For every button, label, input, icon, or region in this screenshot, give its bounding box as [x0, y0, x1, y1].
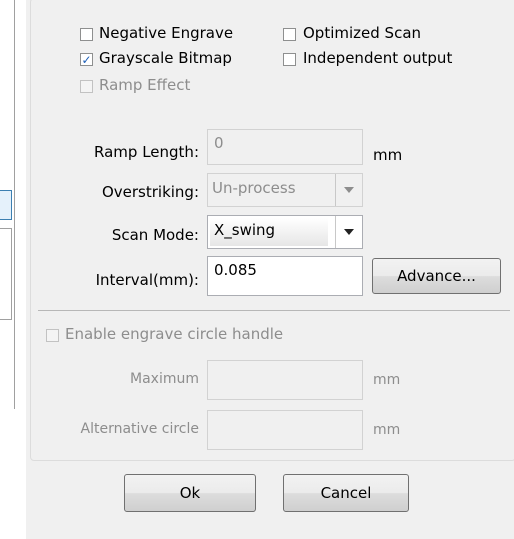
chevron-down-icon — [344, 187, 354, 193]
checkmark-icon: ✓ — [81, 52, 92, 67]
overstriking-label: Overstriking: — [101, 183, 199, 201]
scan-mode-dropdown-arrow[interactable] — [335, 216, 362, 248]
alternative-circle-input[interactable] — [207, 410, 363, 450]
overstriking-dropdown-arrow[interactable] — [335, 174, 362, 206]
negative-engrave-checkbox[interactable] — [80, 28, 93, 41]
background-list-panel — [0, 228, 12, 320]
interval-input[interactable]: 0.085 — [207, 256, 363, 296]
maximum-unit: mm — [373, 372, 401, 388]
scan-mode-label: Scan Mode: — [111, 226, 199, 244]
background-window-edge — [14, 0, 15, 409]
enable-circle-handle-label: Enable engrave circle handle — [65, 325, 284, 343]
advance-button[interactable]: Advance... — [372, 258, 501, 294]
chevron-down-icon — [344, 229, 354, 235]
grayscale-bitmap-label: Grayscale Bitmap — [99, 49, 232, 67]
interval-label: Interval(mm): — [95, 271, 199, 289]
background-list-item-selected — [0, 190, 12, 220]
maximum-input[interactable] — [207, 360, 363, 400]
overstriking-value: Un-process — [212, 179, 296, 197]
ramp-length-label: Ramp Length: — [94, 143, 199, 161]
alternative-circle-unit: mm — [373, 422, 401, 438]
ramp-length-unit: mm — [373, 146, 403, 164]
ramp-effect-checkbox[interactable] — [80, 80, 93, 93]
independent-output-checkbox[interactable] — [283, 53, 296, 66]
section-divider — [38, 310, 510, 311]
negative-engrave-label: Negative Engrave — [99, 24, 234, 42]
cancel-button[interactable]: Cancel — [283, 474, 409, 512]
grayscale-bitmap-checkbox[interactable]: ✓ — [80, 53, 93, 66]
maximum-label: Maximum — [130, 371, 199, 387]
optimized-scan-checkbox[interactable] — [283, 28, 296, 41]
optimized-scan-label: Optimized Scan — [303, 24, 422, 42]
scan-mode-dropdown[interactable]: X_swing — [207, 215, 363, 249]
ok-button[interactable]: Ok — [124, 474, 256, 512]
scan-mode-value: X_swing — [210, 218, 328, 246]
enable-circle-handle-checkbox[interactable] — [46, 329, 59, 342]
independent-output-label: Independent output — [303, 49, 453, 67]
overstriking-dropdown[interactable]: Un-process — [207, 173, 363, 207]
ramp-length-input[interactable]: 0 — [207, 129, 363, 165]
ramp-effect-label: Ramp Effect — [99, 76, 191, 94]
alternative-circle-label: Alternative circle — [80, 421, 200, 437]
